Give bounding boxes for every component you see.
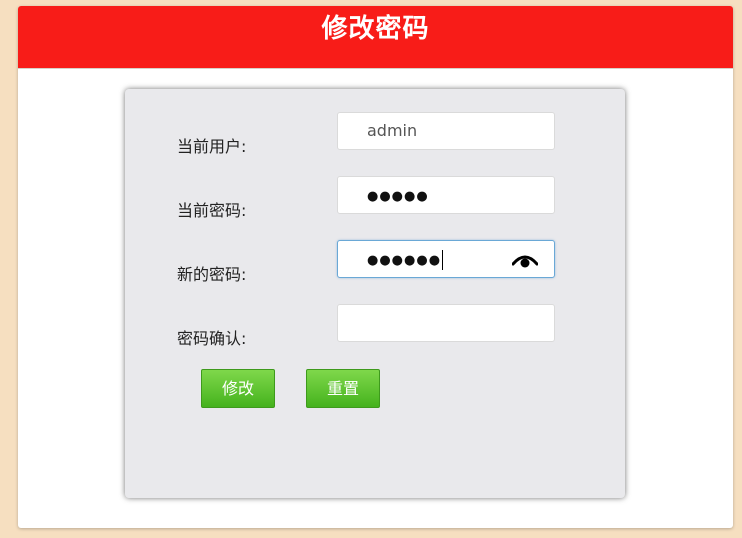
reset-button[interactable]: 重置 xyxy=(306,369,380,408)
current-user-label: 当前用户: xyxy=(177,137,247,156)
submit-button[interactable]: 修改 xyxy=(201,369,275,408)
new-password-mask: ●●●●●● xyxy=(367,253,442,268)
current-user-field[interactable]: admin xyxy=(337,112,555,150)
password-form-panel: 当前用户: admin 当前密码: ●●●●● 新的密码: ●●●●●● 密码确… xyxy=(125,89,625,498)
change-password-window: 修改密码 当前用户: admin 当前密码: ●●●●● 新的密码: ●●●●●… xyxy=(18,6,733,528)
eye-icon[interactable] xyxy=(512,251,538,269)
new-password-label: 新的密码: xyxy=(177,265,247,284)
new-password-field[interactable]: ●●●●●● xyxy=(337,240,555,278)
current-password-field[interactable]: ●●●●● xyxy=(337,176,555,214)
current-password-label: 当前密码: xyxy=(177,201,247,220)
confirm-password-label: 密码确认: xyxy=(177,329,247,348)
text-caret xyxy=(442,249,444,270)
current-password-mask: ●●●●● xyxy=(367,189,429,204)
confirm-password-field[interactable] xyxy=(337,304,555,342)
window-title: 修改密码 xyxy=(18,6,733,69)
